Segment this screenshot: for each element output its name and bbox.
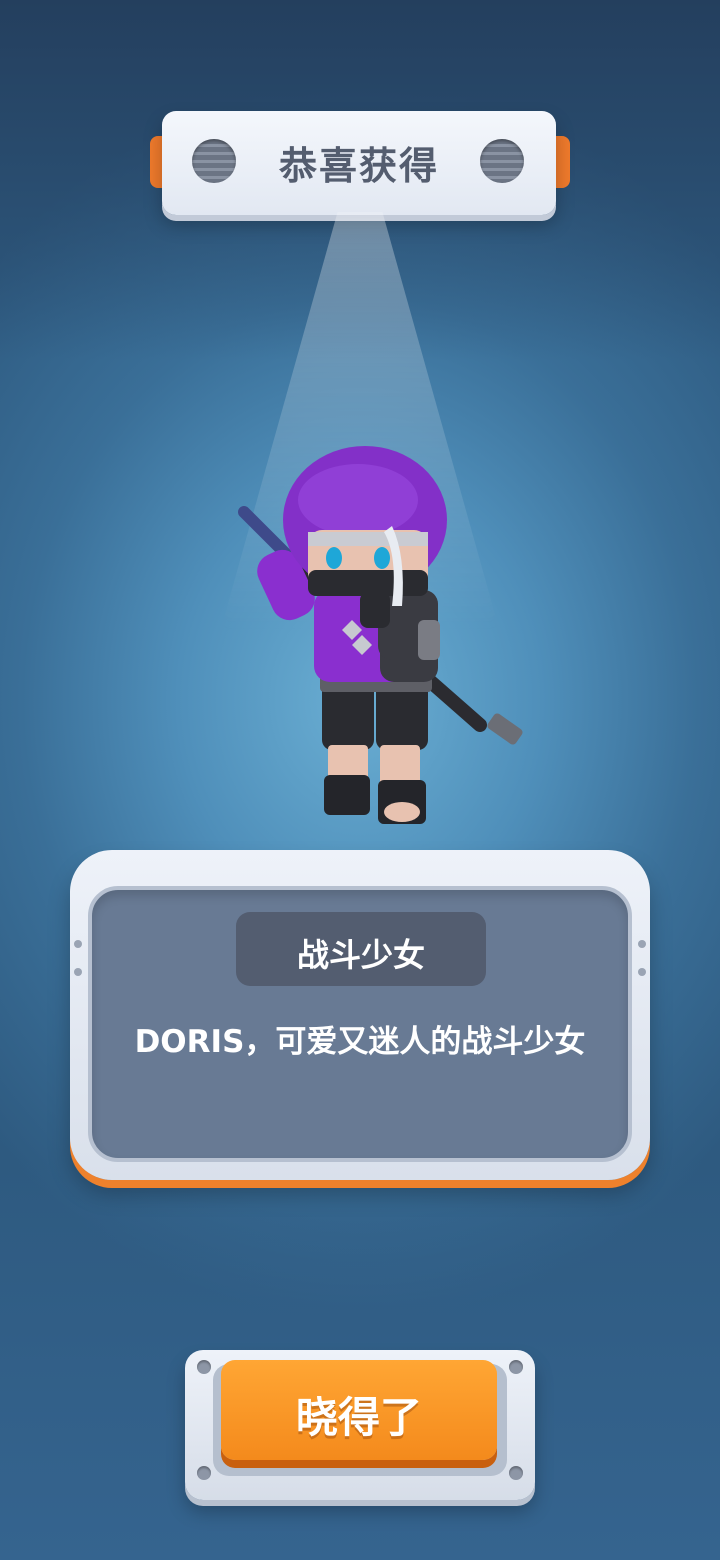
confirm-button-frame: 晓得了 xyxy=(185,1350,535,1500)
button-screw xyxy=(509,1360,523,1374)
reward-info-panel: 战斗少女 DORIS，可爱又迷人的战斗少女 xyxy=(70,850,650,1180)
button-screw xyxy=(197,1360,211,1374)
panel-screw xyxy=(74,968,82,976)
character-name: 战斗少女 xyxy=(296,936,425,974)
reward-banner: 恭喜获得 xyxy=(162,111,556,215)
reward-info-screen: 战斗少女 DORIS，可爱又迷人的战斗少女 xyxy=(88,886,632,1162)
confirm-button-label: 晓得了 xyxy=(295,1393,422,1442)
button-screw xyxy=(509,1466,523,1480)
panel-screw xyxy=(638,940,646,948)
panel-screw xyxy=(638,968,646,976)
character-name-badge: 战斗少女 xyxy=(236,912,486,986)
character-description: DORIS，可爱又迷人的战斗少女 xyxy=(134,1024,586,1060)
ninja-character-image xyxy=(238,446,523,824)
confirm-button[interactable]: 晓得了 xyxy=(221,1360,497,1460)
button-screw xyxy=(197,1466,211,1480)
banner-right-vent-icon xyxy=(480,139,524,183)
panel-screw xyxy=(74,940,82,948)
